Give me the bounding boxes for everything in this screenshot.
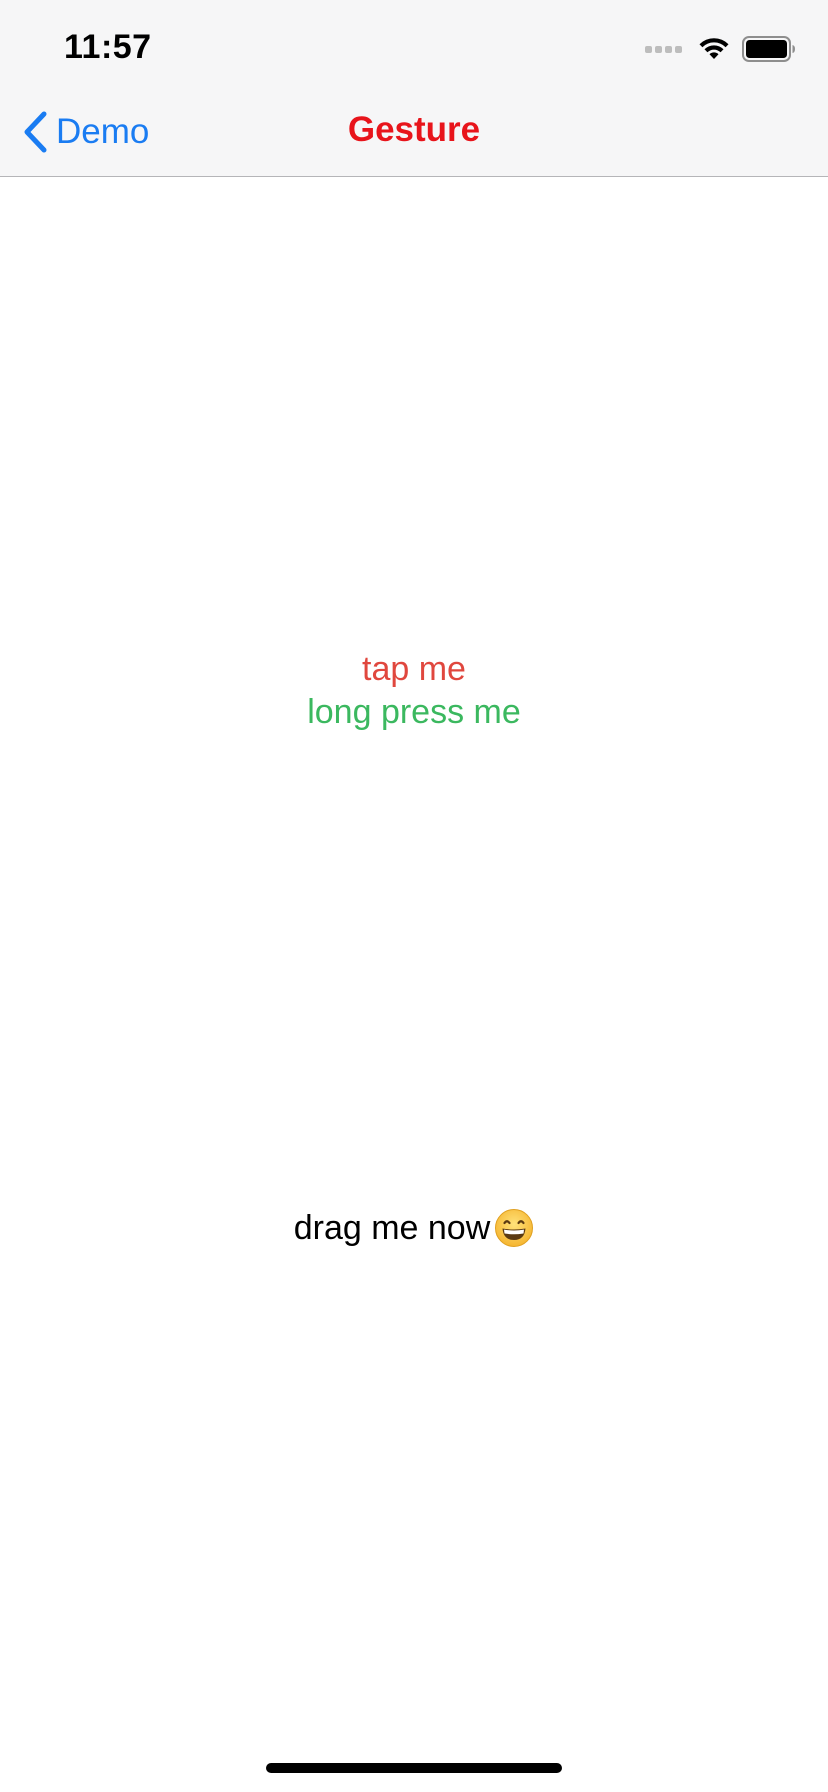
page-title: Gesture bbox=[347, 110, 481, 149]
grinning-face-emoji-icon bbox=[495, 1209, 534, 1247]
drag-gesture-label[interactable]: drag me now bbox=[0, 1208, 828, 1248]
cellular-signal-icon bbox=[645, 45, 682, 53]
wifi-icon bbox=[699, 38, 729, 59]
long-press-gesture-label[interactable]: long press me bbox=[0, 693, 828, 732]
tap-gesture-label[interactable]: tap me bbox=[0, 650, 828, 689]
home-indicator[interactable] bbox=[266, 1763, 562, 1773]
navigation-header: 11:57 Demo Gesture bbox=[0, 0, 828, 177]
drag-gesture-text: drag me now bbox=[293, 1208, 491, 1247]
battery-icon bbox=[742, 36, 795, 62]
status-icons bbox=[645, 34, 796, 64]
status-time: 11:57 bbox=[64, 28, 152, 66]
